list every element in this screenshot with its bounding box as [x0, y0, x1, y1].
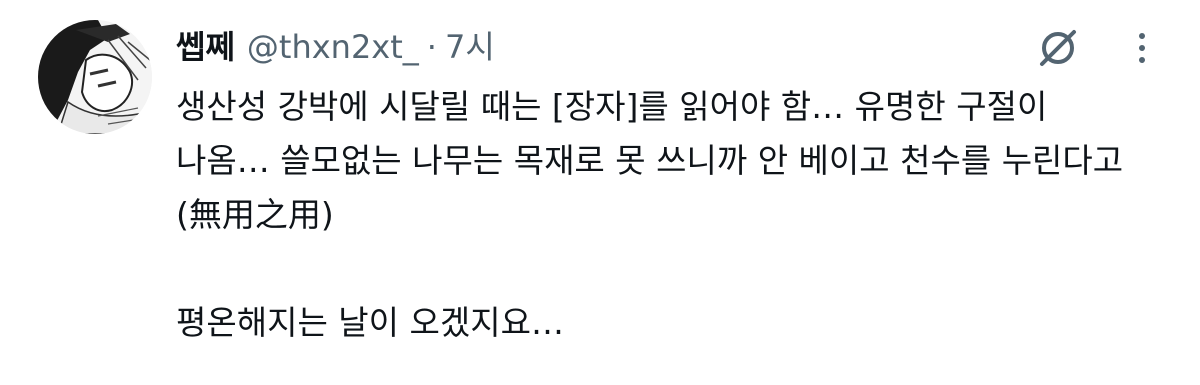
display-name[interactable]: 쎕쩨	[176, 22, 235, 68]
avatar[interactable]	[38, 20, 152, 134]
grok-icon[interactable]	[1034, 24, 1082, 72]
tweet-text-line: 평온해지는 날이 오겠지요…	[176, 303, 564, 342]
tweet-text: 생산성 강박에 시달릴 때는 [장자]를 읽어야 함… 유명한 구절이 나옴… …	[176, 80, 1176, 350]
tweet-text-line: 나옴… 쓸모없는 나무는 목재로 못 쓰니까 안 베이고 천수를 누린다고	[176, 141, 1124, 180]
separator-dot: ·	[426, 28, 437, 66]
user-handle[interactable]: @thxn2xt_	[247, 28, 419, 66]
tweet-header: 쎕쩨 @thxn2xt_ · 7시	[176, 22, 495, 70]
more-vertical-icon[interactable]	[1122, 24, 1162, 72]
avatar-illustration	[38, 20, 152, 134]
timestamp[interactable]: 7시	[445, 22, 495, 68]
tweet-card[interactable]: 쎕쩨 @thxn2xt_ · 7시 생산성 강박에 시달릴 때는 [장자]를 읽…	[0, 0, 1200, 385]
tweet-text-line: 생산성 강박에 시달릴 때는 [장자]를 읽어야 함… 유명한 구절이	[176, 87, 1048, 126]
tweet-text-line: (無用之用)	[176, 195, 334, 234]
